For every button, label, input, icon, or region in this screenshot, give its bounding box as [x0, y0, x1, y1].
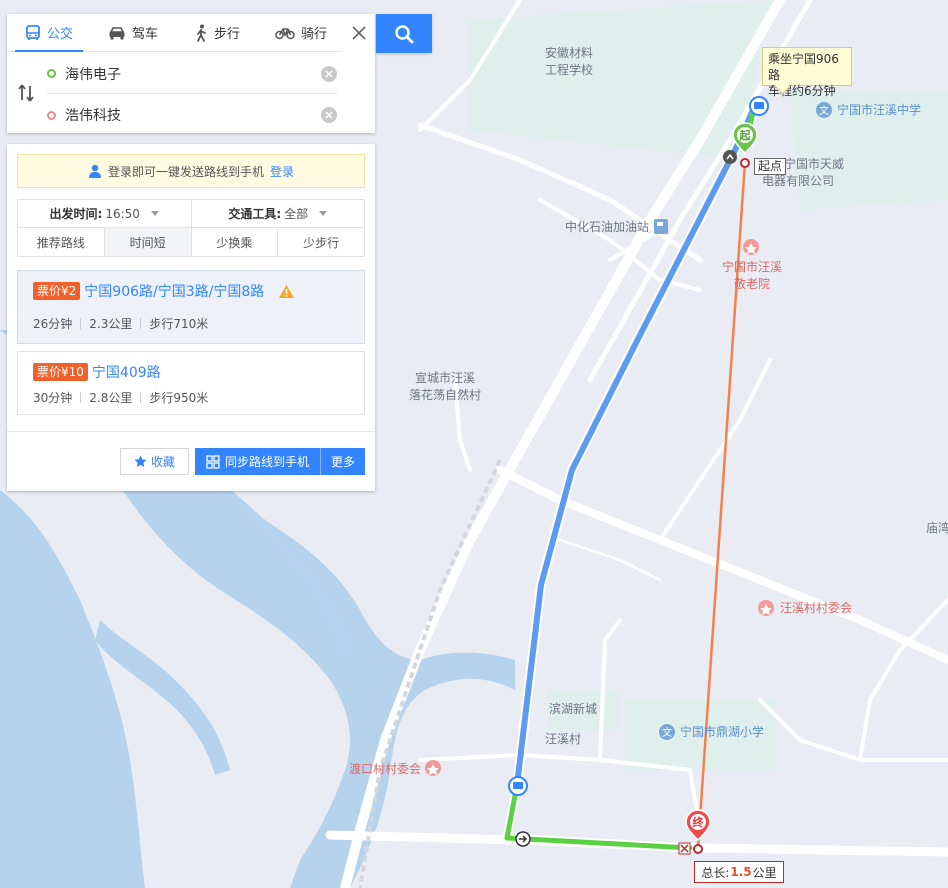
swap-icon — [18, 84, 34, 102]
route-results-panel: 登录即可一键发送路线到手机 登录 出发时间: 16:50 交通工具: 全部 推荐… — [7, 144, 375, 491]
route-distance: 2.8公里 — [89, 391, 133, 405]
chevron-down-icon — [150, 211, 159, 216]
walk-icon — [197, 24, 206, 42]
route-duration: 30分钟 — [33, 391, 73, 405]
total-distance-box: 总长: 1.5 公里 — [694, 861, 784, 883]
route-walk-distance: 步行710米 — [149, 317, 209, 331]
favorite-button[interactable]: 收藏 — [120, 448, 189, 475]
login-prompt-text: 登录即可一键发送路线到手机 — [107, 164, 264, 179]
login-prompt-bar: 登录即可一键发送路线到手机 登录 — [17, 154, 365, 188]
route-name[interactable]: 宁国409路 — [92, 362, 161, 382]
sort-tab-fewer-transfers[interactable]: 少换乘 — [190, 228, 278, 256]
search-button[interactable] — [376, 14, 432, 53]
school-icon[interactable]: 文 — [816, 102, 832, 118]
travel-mode-tabs: 公交 驾车 步行 骑行 — [7, 14, 343, 52]
end-dot-icon — [47, 110, 56, 120]
turn-arrow-icon — [515, 831, 531, 847]
poi-label[interactable]: 滨湖新城 — [549, 701, 597, 718]
sort-tab-recommended[interactable]: 推荐路线 — [18, 228, 104, 256]
poi-label[interactable]: 汪溪村村委会 — [780, 600, 852, 617]
sync-to-phone-button[interactable]: 同步路线到手机 — [195, 448, 320, 475]
poi-label[interactable]: 安徽材料 工程学校 — [545, 45, 593, 79]
star-icon — [134, 455, 147, 467]
bus-stop-icon[interactable] — [749, 96, 769, 116]
grid-icon — [206, 454, 220, 469]
close-icon — [352, 26, 366, 40]
end-location-input[interactable] — [65, 107, 295, 123]
tab-bus[interactable]: 公交 — [7, 14, 91, 52]
login-link[interactable]: 登录 — [270, 163, 294, 180]
swap-locations-button[interactable] — [15, 82, 37, 104]
start-location-row — [47, 54, 337, 94]
poi-label[interactable]: 宣城市汪溪 落花荡自然村 — [409, 370, 481, 404]
warning-icon[interactable] — [278, 284, 295, 299]
turn-arrow-icon — [723, 150, 737, 164]
price-badge: 票价¥10 — [33, 363, 88, 381]
price-badge: 票价¥2 — [33, 282, 81, 300]
transport-type-select[interactable]: 交通工具: 全部 — [190, 200, 365, 227]
svg-text:文: 文 — [819, 104, 829, 117]
car-icon — [109, 26, 125, 39]
committee-icon[interactable] — [758, 600, 774, 616]
clear-start-button[interactable] — [321, 65, 337, 82]
poi-label[interactable]: 宁国市汪溪中学 — [837, 102, 921, 119]
poi-label[interactable]: 宁国市汪溪 敬老院 — [722, 259, 782, 293]
end-location-row — [47, 95, 337, 135]
bus-stop-icon[interactable] — [508, 776, 528, 796]
route-distance: 2.3公里 — [89, 317, 133, 331]
nursing-home-icon[interactable] — [743, 239, 759, 255]
start-pin-label: 起 — [739, 128, 752, 142]
poi-label[interactable]: 庙湾 — [926, 520, 948, 537]
tab-walk[interactable]: 步行 — [175, 14, 259, 51]
route-walk-distance: 步行950米 — [149, 391, 209, 405]
bike-icon — [275, 27, 295, 39]
start-point-dot — [740, 158, 750, 168]
sort-tab-less-walking[interactable]: 少步行 — [277, 228, 364, 256]
poi-label[interactable]: 中化石油加油站 — [565, 219, 649, 236]
departure-time-select[interactable]: 出发时间: 16:50 — [18, 200, 191, 227]
route-option[interactable]: 票价¥10 宁国409路 30分钟 2.8公里 步行950米 — [17, 351, 365, 415]
poi-label[interactable]: 宁国市鼎湖小学 — [680, 724, 764, 741]
user-icon — [88, 164, 101, 178]
clear-icon — [325, 69, 333, 78]
close-button[interactable] — [343, 14, 375, 52]
route-search-panel: 公交 驾车 步行 骑行 — [7, 14, 375, 133]
route-name[interactable]: 宁国906路/宁国3路/宁国8路 — [84, 281, 264, 301]
clear-end-button[interactable] — [321, 107, 337, 123]
school-icon[interactable]: 文 — [659, 724, 675, 740]
poi-label[interactable]: 汪溪村 — [545, 731, 581, 748]
route-duration: 26分钟 — [33, 317, 73, 331]
route-actions-bar: 收藏 同步路线到手机 更多 — [7, 431, 375, 491]
clear-icon — [325, 111, 333, 119]
poi-label[interactable]: 渡口村村委会 — [349, 761, 421, 778]
chevron-down-icon — [319, 211, 328, 216]
start-location-input[interactable] — [65, 65, 295, 82]
bus-icon — [26, 24, 40, 40]
close-route-icon[interactable] — [678, 842, 691, 855]
committee-icon[interactable] — [425, 760, 441, 776]
start-point-tag: 起点 — [754, 158, 787, 175]
end-pin-label: 终 — [693, 815, 705, 829]
bus-info-callout: 乘坐宁国906路 车程约6分钟 — [762, 47, 852, 98]
tab-bike[interactable]: 骑行 — [259, 14, 343, 51]
svg-text:文: 文 — [662, 726, 672, 739]
start-dot-icon — [47, 69, 56, 78]
gas-station-icon[interactable] — [654, 219, 668, 234]
search-icon — [395, 24, 414, 43]
tab-car[interactable]: 驾车 — [91, 14, 175, 51]
sort-tab-shortest-time[interactable]: 时间短 — [103, 228, 191, 256]
route-option[interactable]: 票价¥2 宁国906路/宁国3路/宁国8路 26分钟 2.3公里 步行710米 — [17, 270, 365, 344]
route-filter-table: 出发时间: 16:50 交通工具: 全部 推荐路线 时间短 少换乘 少步行 — [17, 199, 365, 257]
end-point-dot — [693, 844, 703, 854]
more-button[interactable]: 更多 — [320, 448, 365, 475]
